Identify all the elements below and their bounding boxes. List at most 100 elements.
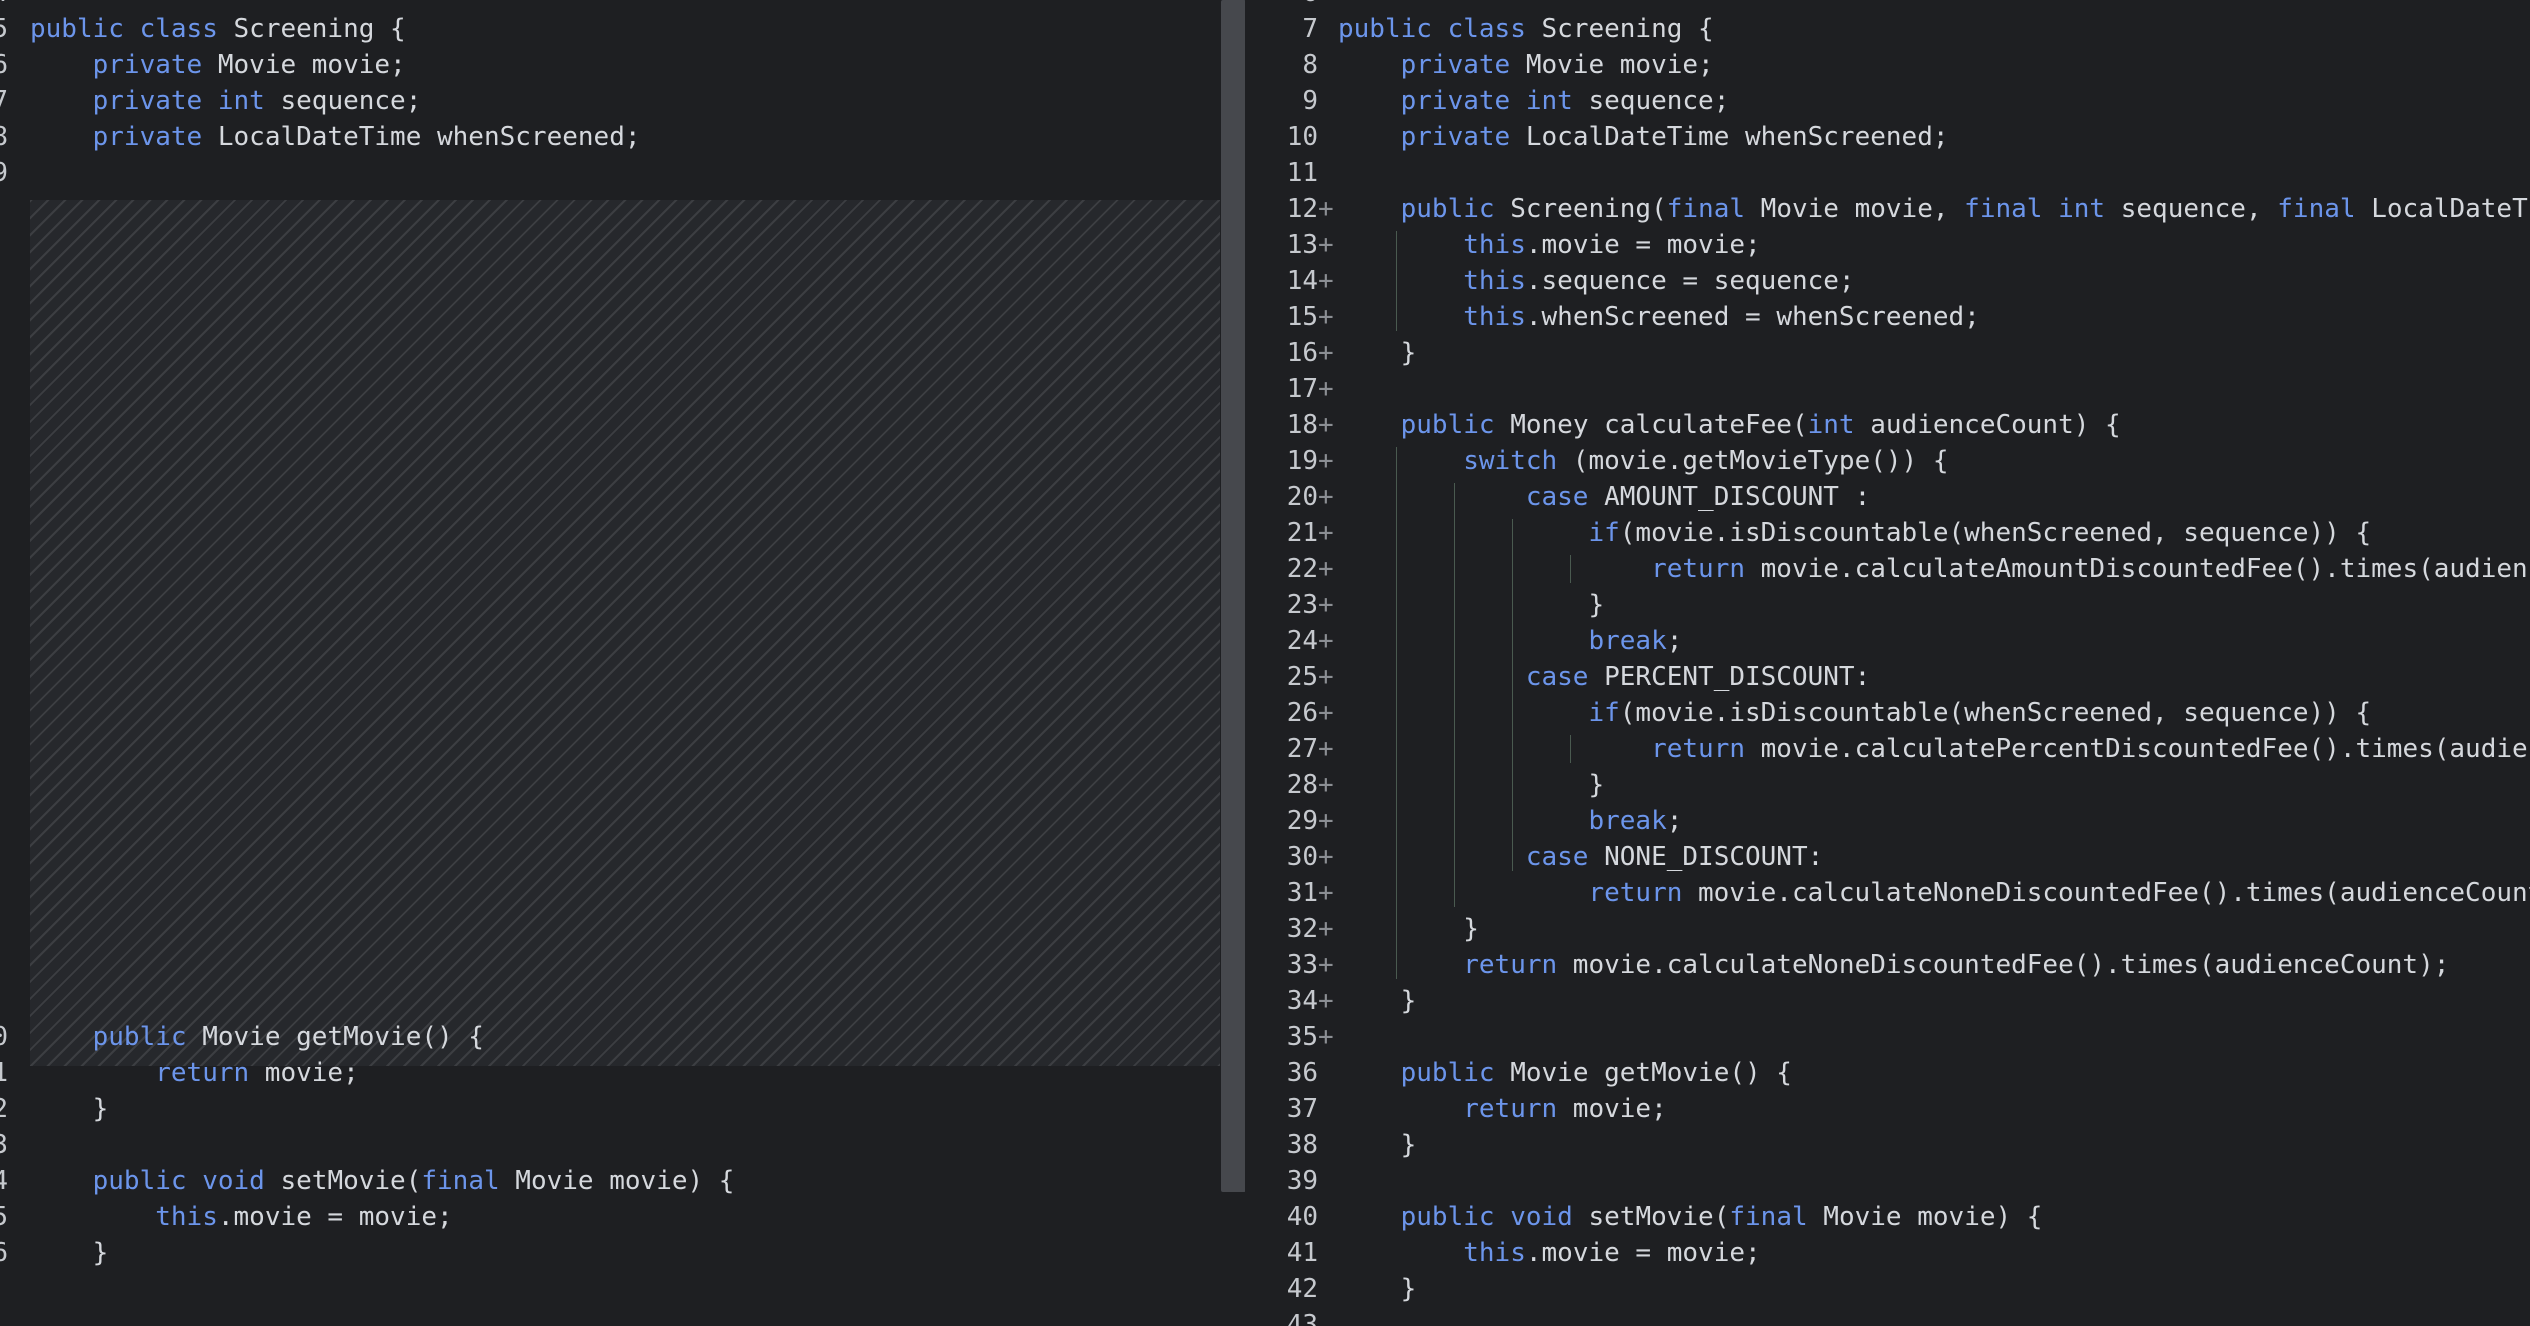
line-number: 16 (0, 1238, 8, 1268)
keyword-token: private (92, 86, 203, 116)
keyword-token: return (1588, 878, 1683, 908)
keyword-token: case (1525, 662, 1589, 692)
added-line-marker: + (1318, 842, 1334, 872)
code-token: } (1338, 914, 1479, 944)
line-number: 14 (1286, 266, 1318, 296)
code-line: private Movie movie; (30, 47, 406, 83)
code-line: return movie; (1338, 1091, 1667, 1127)
line-number: 9 (1302, 86, 1318, 116)
code-line: } (1338, 911, 1479, 947)
code-line: this.movie = movie; (1338, 1235, 1761, 1271)
line-number: 8 (0, 122, 8, 152)
code-token: AMOUNT_DISCOUNT : (1588, 482, 1871, 512)
code-line: } (1338, 587, 1604, 623)
line-number: 24 (1286, 626, 1318, 656)
keyword-token: case (1525, 482, 1589, 512)
keyword-token: void (202, 1166, 265, 1196)
code-line: case AMOUNT_DISCOUNT : (1338, 479, 1870, 515)
keyword-token: this (1463, 302, 1526, 332)
code-token: } (1338, 1130, 1417, 1160)
line-number: 10 (1286, 122, 1318, 152)
keyword-token: final (421, 1166, 500, 1196)
code-token: } (1338, 338, 1417, 368)
line-number: 13 (0, 1130, 8, 1160)
added-line-marker: + (1318, 698, 1334, 728)
code-token: sequence; (264, 86, 422, 116)
line-number: 11 (0, 1058, 8, 1088)
code-token: Movie movie; (1510, 50, 1714, 80)
keyword-token: return (155, 1058, 250, 1088)
code-token: sequence, (2105, 194, 2278, 224)
added-line-marker: + (1318, 338, 1334, 368)
code-token: Movie movie) { (499, 1166, 735, 1196)
line-number: 20 (1286, 482, 1318, 512)
added-line-marker: + (1318, 518, 1334, 548)
keyword-token: final (1964, 194, 2043, 224)
code-token: } (1338, 1274, 1417, 1304)
line-number: 18 (1286, 410, 1318, 440)
code-line: this.movie = movie; (30, 1199, 452, 1235)
left-pane-old-version[interactable]: 4 5 public class Screening {6 private Movi… (0, 0, 1220, 1326)
code-token: ; (1666, 806, 1683, 836)
scrollbar-thumb[interactable] (1221, 0, 1246, 1192)
code-token: .movie = movie; (1525, 1238, 1761, 1268)
added-line-marker: + (1318, 806, 1334, 836)
code-line: public Screening(final Movie movie, fina… (1338, 191, 2530, 227)
line-number: 43 (1286, 1310, 1318, 1326)
line-number: 15 (0, 1202, 8, 1232)
keyword-token: break (1588, 806, 1667, 836)
line-number: 7 (0, 86, 8, 116)
line-number: 37 (1286, 1094, 1318, 1124)
line-number: 33 (1286, 950, 1318, 980)
code-token: movie; (249, 1058, 359, 1088)
keyword-token: final (1729, 1202, 1808, 1232)
code-line: public void setMovie(final Movie movie) … (30, 1163, 735, 1199)
code-token: Screening( (1494, 194, 1667, 224)
code-line: return movie.calculateNoneDiscountedFee(… (1338, 947, 2449, 983)
code-token: .movie = movie; (1525, 230, 1761, 260)
keyword-token: final (2277, 194, 2356, 224)
added-line-marker: + (1318, 554, 1334, 584)
line-number: 27 (1286, 734, 1318, 764)
line-number: 15 (1286, 302, 1318, 332)
line-number: 7 (1302, 14, 1318, 44)
code-token: (movie.isDiscountable(whenScreened, sequ… (1619, 698, 2372, 728)
added-line-marker: + (1318, 734, 1334, 764)
code-line: public Money calculateFee(int audienceCo… (1338, 407, 2121, 443)
right-pane-new-version[interactable]: 6 7 public class Screening {8 private Movi… (1245, 0, 2530, 1326)
line-number: 4 (0, 0, 8, 11)
code-line: return movie.calculateNoneDiscountedFee(… (1338, 875, 2530, 911)
line-number: 14 (0, 1166, 8, 1196)
code-line: public Movie getMovie() { (30, 1019, 484, 1055)
keyword-token: int (217, 86, 265, 116)
line-number: 31 (1286, 878, 1318, 908)
code-line: case PERCENT_DISCOUNT: (1338, 659, 1870, 695)
keyword-token: void (1510, 1202, 1573, 1232)
code-token: movie.calculateNoneDiscountedFee().times… (1682, 878, 2530, 908)
keyword-token: private (1400, 86, 1511, 116)
line-number: 9 (0, 158, 8, 188)
code-line: } (30, 1091, 109, 1127)
code-line: } (1338, 1127, 1417, 1163)
keyword-token: public (92, 1166, 187, 1196)
line-number: 13 (1286, 230, 1318, 260)
